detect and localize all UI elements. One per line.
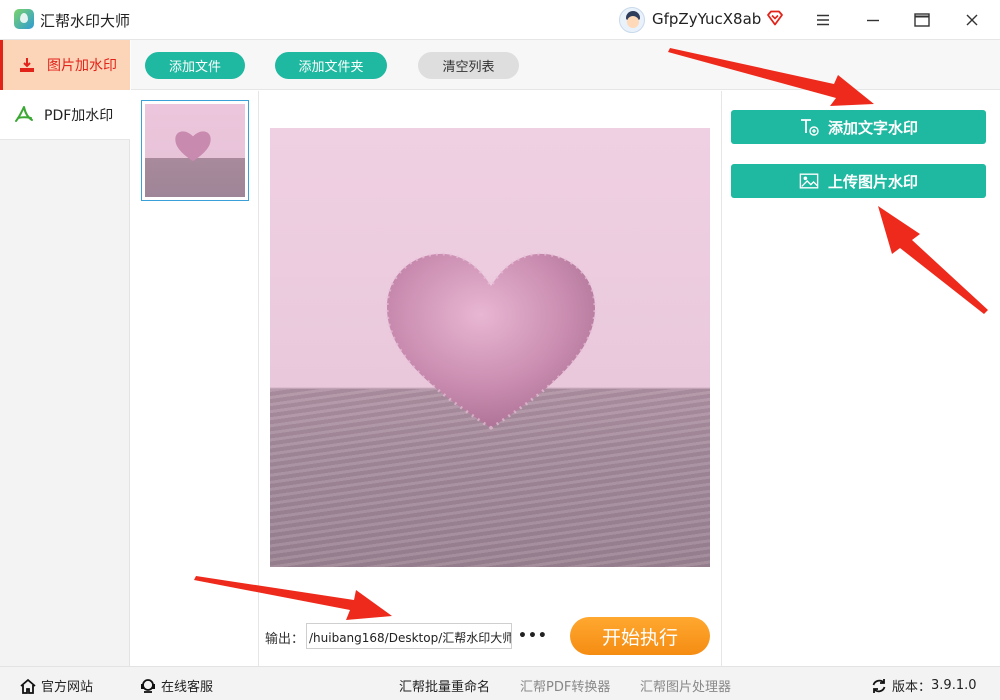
batch-rename-link[interactable]: 汇帮批量重命名: [399, 676, 490, 695]
pdf-converter-link[interactable]: 汇帮PDF转换器: [520, 676, 610, 695]
upload-image-watermark-label: 上传图片水印: [827, 172, 918, 191]
upload-image-watermark-button[interactable]: 上传图片水印: [731, 164, 986, 198]
image-processor-link[interactable]: 汇帮图片处理器: [640, 676, 731, 695]
text-watermark-icon: [799, 118, 819, 136]
output-path-field[interactable]: /huibang168/Desktop/汇帮水印大师: [306, 623, 512, 649]
close-icon[interactable]: [959, 8, 985, 32]
toolbar: 添加文件 添加文件夹 清空列表: [131, 40, 1000, 90]
online-support-link[interactable]: 在线客服: [140, 676, 213, 695]
headset-icon: [140, 678, 156, 694]
preview-area: [260, 91, 720, 666]
sidebar-item-label: 图片加水印: [47, 58, 117, 74]
file-list: [131, 91, 259, 666]
minimize-icon[interactable]: [860, 8, 886, 32]
image-icon: [799, 172, 819, 190]
add-file-button[interactable]: 添加文件: [145, 52, 245, 79]
version-label: 版本：: [892, 680, 932, 695]
add-folder-button[interactable]: 添加文件夹: [275, 52, 387, 79]
heart-cloud-thumbnail: [175, 131, 211, 162]
online-support-label: 在线客服: [161, 680, 214, 695]
preview-image: [270, 128, 710, 567]
menu-icon[interactable]: [810, 8, 836, 32]
sidebar: 图片加水印 PDF加水印: [0, 40, 130, 666]
image-thumbnail[interactable]: [141, 100, 249, 201]
watermark-panel: 添加文字水印 上传图片水印: [721, 91, 1000, 666]
image-watermark-icon: [17, 55, 37, 75]
heart-cloud-image: [385, 252, 597, 430]
pdf-icon: [14, 105, 34, 125]
diamond-icon[interactable]: [766, 10, 784, 26]
refresh-icon: [871, 678, 887, 694]
maximize-icon[interactable]: [909, 8, 935, 32]
official-website-link[interactable]: 官方网站: [20, 676, 93, 695]
add-text-watermark-label: 添加文字水印: [827, 118, 918, 137]
home-icon: [20, 678, 36, 694]
sidebar-item-label: PDF加水印: [44, 107, 114, 124]
output-label: 输出：: [265, 632, 305, 647]
app-title: 汇帮水印大师: [40, 12, 131, 30]
clear-list-button[interactable]: 清空列表: [418, 52, 519, 79]
app-logo-icon: [14, 9, 34, 29]
sidebar-item-pdf-watermark[interactable]: PDF加水印: [0, 90, 130, 140]
title-bar: 汇帮水印大师 GfpZyYucX8ab: [0, 0, 1000, 40]
official-website-label: 官方网站: [41, 680, 94, 695]
sidebar-item-image-watermark[interactable]: 图片加水印: [0, 40, 130, 90]
version-value: 3.9.1.0: [931, 678, 977, 693]
browse-output-button[interactable]: •••: [518, 628, 548, 644]
user-avatar[interactable]: [619, 7, 645, 33]
start-button[interactable]: 开始执行: [570, 617, 710, 655]
footer: 官方网站 在线客服 汇帮批量重命名 汇帮PDF转换器 汇帮图片处理器 版本： 3…: [0, 666, 1000, 700]
username[interactable]: GfpZyYucX8ab: [652, 10, 761, 28]
thumbnail-image: [145, 104, 245, 197]
add-text-watermark-button[interactable]: 添加文字水印: [731, 110, 986, 144]
version-info[interactable]: 版本： 3.9.1.0: [871, 676, 977, 695]
